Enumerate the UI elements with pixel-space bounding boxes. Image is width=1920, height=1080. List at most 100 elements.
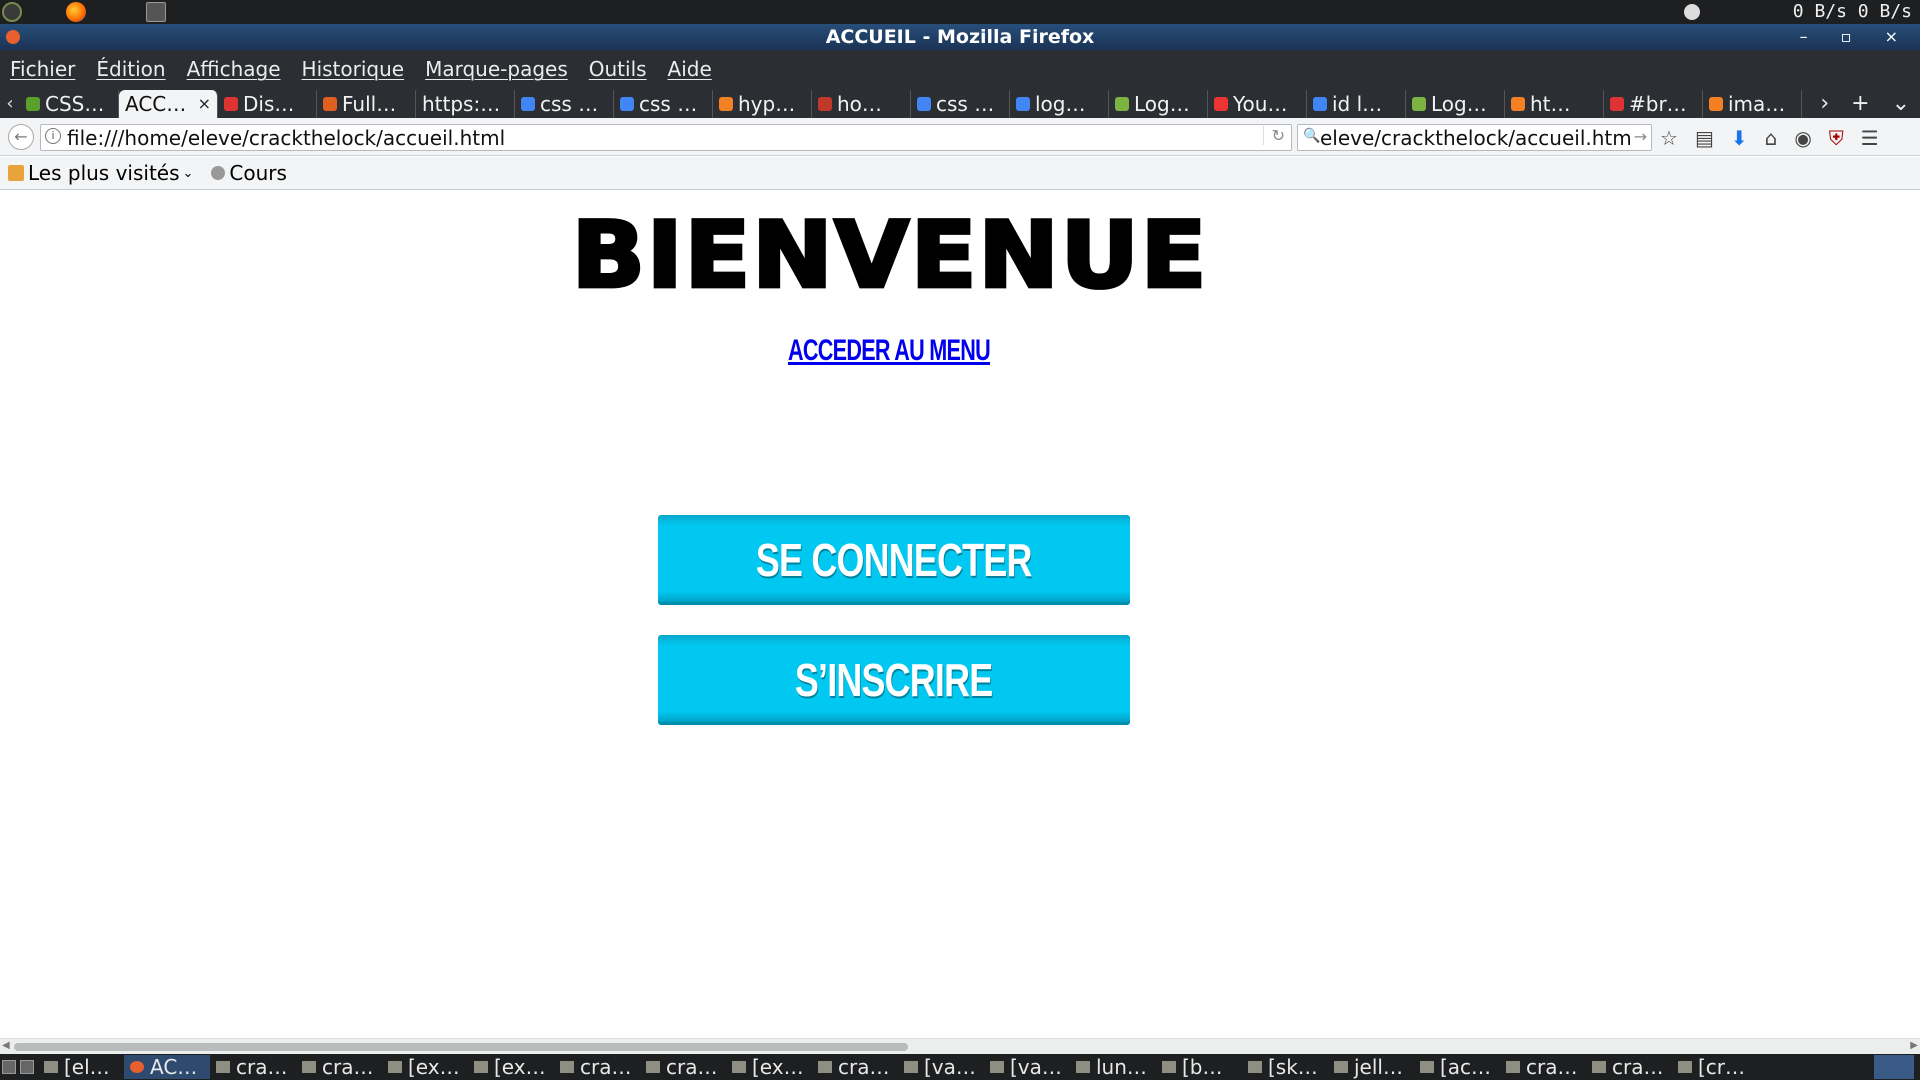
terminal-icon[interactable] bbox=[20, 1060, 34, 1074]
menu-item-4[interactable]: Marque-pages bbox=[425, 57, 568, 81]
tab[interactable]: Log… bbox=[1406, 90, 1505, 118]
menu-item-3[interactable]: Historique bbox=[302, 57, 405, 81]
menu-item-5[interactable]: Outils bbox=[589, 57, 647, 81]
taskbar-item-label: jell… bbox=[1354, 1055, 1403, 1079]
taskbar-item-label: [ex… bbox=[408, 1055, 460, 1079]
new-tab-button[interactable]: + bbox=[1851, 90, 1869, 118]
taskbar-item[interactable]: [cr… bbox=[1672, 1055, 1758, 1079]
search-go-icon[interactable]: → bbox=[1634, 127, 1647, 146]
taskbar-item[interactable]: [va… bbox=[984, 1055, 1070, 1079]
firefox-launcher-icon[interactable] bbox=[66, 2, 86, 22]
tabs-scroll-left-button[interactable]: ‹ bbox=[0, 90, 20, 118]
tab-favicon-icon bbox=[1709, 97, 1723, 111]
tab[interactable]: CSS… bbox=[20, 90, 119, 118]
hamburger-menu-icon[interactable]: ☰ bbox=[1861, 126, 1879, 150]
search-bar[interactable]: 🔍 → bbox=[1297, 124, 1652, 151]
scroll-right-arrow-icon[interactable]: ▶ bbox=[1910, 1040, 1918, 1051]
taskbar-item[interactable]: cra… bbox=[554, 1055, 640, 1079]
tab-label: Log… bbox=[1431, 92, 1487, 116]
reader-icon[interactable]: ▤ bbox=[1695, 126, 1714, 150]
taskbar-item[interactable]: cra… bbox=[640, 1055, 726, 1079]
tab[interactable]: Dis… bbox=[218, 90, 317, 118]
reload-icon[interactable]: ↻ bbox=[1262, 126, 1285, 145]
ublock-icon[interactable]: ⛨ bbox=[1829, 126, 1844, 150]
taskbar-item-label: [el… bbox=[64, 1055, 110, 1079]
tab[interactable]: You… bbox=[1208, 90, 1307, 118]
tab[interactable]: #br… bbox=[1604, 90, 1703, 118]
star-icon[interactable]: ☆ bbox=[1660, 126, 1678, 150]
folder-icon[interactable] bbox=[2, 1060, 16, 1074]
tab-favicon-icon bbox=[26, 97, 40, 111]
menu-item-6[interactable]: Aide bbox=[668, 57, 712, 81]
bookmark-cours[interactable]: Cours bbox=[229, 161, 287, 185]
taskbar-item-label: [ac… bbox=[1440, 1055, 1492, 1079]
window-icon bbox=[818, 1061, 832, 1073]
taskbar-item-label: [cr… bbox=[1698, 1055, 1746, 1079]
tab-label: log… bbox=[1035, 92, 1086, 116]
taskbar-item[interactable]: lun… bbox=[1070, 1055, 1156, 1079]
taskbar-item[interactable]: cra… bbox=[296, 1055, 382, 1079]
scrollbar-thumb[interactable] bbox=[14, 1043, 908, 1051]
menu-link[interactable]: ACCEDER AU MENU bbox=[249, 334, 1529, 368]
taskbar-item[interactable]: cra… bbox=[210, 1055, 296, 1079]
taskbar-item[interactable]: [sk… bbox=[1242, 1055, 1328, 1079]
bookmark-most-visited[interactable]: Les plus visités bbox=[28, 161, 180, 185]
taskbar-launchers[interactable] bbox=[0, 1054, 38, 1080]
taskbar-item[interactable]: [b… bbox=[1156, 1055, 1242, 1079]
taskbar-item[interactable]: [va… bbox=[898, 1055, 984, 1079]
download-icon[interactable]: ⬇ bbox=[1731, 126, 1748, 150]
show-desktop-button[interactable] bbox=[1874, 1055, 1914, 1079]
tab-list-button[interactable]: ⌄ bbox=[1892, 90, 1910, 118]
search-input[interactable] bbox=[1320, 126, 1630, 150]
taskbar-item[interactable]: cra… bbox=[1586, 1055, 1672, 1079]
tab-label: ima… bbox=[1728, 92, 1786, 116]
tab-label: Full… bbox=[342, 92, 397, 116]
taskbar-item[interactable]: cra… bbox=[1500, 1055, 1586, 1079]
taskbar-item[interactable]: [ac… bbox=[1414, 1055, 1500, 1079]
url-bar[interactable]: i ↻ bbox=[40, 124, 1292, 151]
tab[interactable]: ima… bbox=[1703, 90, 1802, 118]
taskbar-item[interactable]: [el… bbox=[38, 1055, 124, 1079]
scroll-left-arrow-icon[interactable]: ◀ bbox=[2, 1040, 10, 1051]
tab[interactable]: css … bbox=[614, 90, 713, 118]
tab-favicon-icon bbox=[1610, 97, 1624, 111]
tab[interactable]: hyp… bbox=[713, 90, 812, 118]
window-icon bbox=[560, 1061, 574, 1073]
taskbar-item[interactable]: [ex… bbox=[726, 1055, 812, 1079]
close-tab-icon[interactable]: × bbox=[198, 90, 211, 118]
tab-label: You… bbox=[1233, 92, 1288, 116]
tab[interactable]: log… bbox=[1010, 90, 1109, 118]
taskbar-item[interactable]: AC… bbox=[124, 1055, 210, 1079]
tab-active[interactable]: ACC… × bbox=[119, 90, 218, 118]
login-button[interactable]: SE CONNECTER bbox=[658, 515, 1130, 605]
home-icon[interactable]: ⌂ bbox=[1765, 126, 1778, 150]
system-top-bar: 0 B/s 0 B/s bbox=[0, 0, 1920, 24]
tab[interactable]: css … bbox=[515, 90, 614, 118]
url-input[interactable] bbox=[67, 126, 1257, 150]
taskbar-item[interactable]: cra… bbox=[812, 1055, 898, 1079]
signup-button[interactable]: S’INSCRIRE bbox=[658, 635, 1130, 725]
back-button[interactable]: ← bbox=[8, 124, 34, 150]
taskbar-item[interactable]: jell… bbox=[1328, 1055, 1414, 1079]
firefox-window-icon[interactable] bbox=[6, 30, 20, 44]
tab[interactable]: ho… bbox=[812, 90, 911, 118]
app-launcher-icon[interactable] bbox=[2, 2, 22, 22]
taskbar-item[interactable]: [ex… bbox=[382, 1055, 468, 1079]
menu-item-0[interactable]: Fichier bbox=[10, 57, 75, 81]
tab[interactable]: ht… bbox=[1505, 90, 1604, 118]
tabs-scroll-right-button[interactable]: › bbox=[1820, 90, 1829, 118]
tab[interactable]: Log… bbox=[1109, 90, 1208, 118]
pocket-icon[interactable]: ◉ bbox=[1794, 126, 1811, 150]
network-status-icon[interactable] bbox=[1684, 4, 1700, 20]
menu-item-1[interactable]: Édition bbox=[96, 57, 165, 81]
horizontal-scrollbar[interactable]: ◀ ▶ bbox=[0, 1038, 1920, 1054]
tab[interactable]: css … bbox=[911, 90, 1010, 118]
tab[interactable]: id l… bbox=[1307, 90, 1406, 118]
menu-item-2[interactable]: Affichage bbox=[187, 57, 281, 81]
window-controls[interactable]: – ▫ × bbox=[1800, 24, 1912, 50]
tab[interactable]: Full… bbox=[317, 90, 416, 118]
site-info-icon[interactable]: i bbox=[45, 128, 61, 144]
monitor-launcher-icon[interactable] bbox=[146, 2, 166, 22]
taskbar-item[interactable]: [ex… bbox=[468, 1055, 554, 1079]
tab[interactable]: https:… bbox=[416, 90, 515, 118]
